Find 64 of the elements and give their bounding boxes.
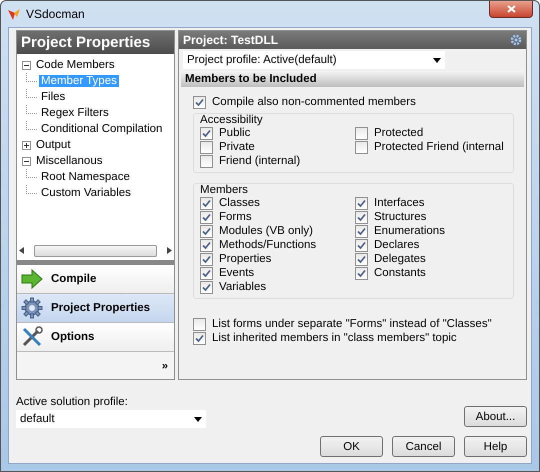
tree-item[interactable]: Code Members bbox=[34, 59, 117, 71]
nav-button[interactable]: Options bbox=[17, 323, 174, 352]
checkbox[interactable]: Properties bbox=[200, 252, 355, 266]
checkbox[interactable]: Protected Friend (internal bbox=[355, 140, 507, 154]
expand-icon[interactable] bbox=[22, 140, 31, 150]
scroll-left-icon[interactable] bbox=[19, 247, 24, 254]
checkbox[interactable]: Friend (internal) bbox=[200, 154, 355, 168]
check-icon bbox=[202, 128, 211, 138]
gear-icon[interactable] bbox=[510, 34, 522, 46]
caret-icon bbox=[194, 416, 202, 422]
checkbox[interactable]: Forms bbox=[200, 210, 355, 224]
tools-icon bbox=[21, 326, 43, 348]
checkbox[interactable]: Interfaces bbox=[355, 196, 507, 210]
gear-icon bbox=[21, 297, 43, 319]
checkbox[interactable]: Enumerations bbox=[355, 224, 507, 238]
tree-item[interactable]: Root Namespace bbox=[39, 171, 132, 183]
checkbox[interactable]: Declares bbox=[355, 238, 507, 252]
checkbox[interactable]: Methods/Functions bbox=[200, 238, 355, 252]
more-button[interactable]: » bbox=[162, 360, 168, 372]
check-icon bbox=[195, 98, 204, 106]
checkbox[interactable]: Private bbox=[200, 140, 355, 154]
dialog-button[interactable]: Help bbox=[464, 436, 527, 457]
about-button[interactable]: About... bbox=[464, 406, 527, 427]
sidebar-title: Project Properties bbox=[17, 31, 174, 54]
tree-item[interactable]: Output bbox=[34, 139, 73, 151]
checkbox[interactable]: List forms under separate "Forms" instead of "Classes" bbox=[193, 317, 514, 331]
profile-dropdown[interactable]: Project profile: Active(default) bbox=[183, 51, 445, 69]
group-title: Accessibility bbox=[200, 114, 263, 126]
close-button[interactable] bbox=[489, 1, 533, 18]
collapse-icon[interactable] bbox=[22, 156, 31, 166]
solution-profile-dropdown[interactable]: default bbox=[16, 410, 206, 428]
checkbox[interactable]: Classes bbox=[200, 196, 355, 210]
caret-icon bbox=[433, 58, 441, 62]
checkbox[interactable]: Modules (VB only) bbox=[200, 224, 355, 238]
checkbox[interactable]: List inherited members in "class members" topic bbox=[193, 331, 514, 345]
checkbox[interactable]: Structures bbox=[355, 210, 507, 224]
scroll-right-icon[interactable] bbox=[167, 247, 172, 254]
checkbox[interactable]: Public bbox=[200, 126, 355, 140]
checkbox[interactable]: Compile also non-commented members bbox=[193, 95, 514, 109]
panel-title: Project: TestDLL bbox=[183, 33, 278, 47]
section-header: Members to be Included bbox=[181, 71, 524, 87]
checkbox[interactable]: Constants bbox=[355, 266, 507, 280]
dialog-button[interactable]: Cancel bbox=[392, 436, 455, 457]
checkbox[interactable]: Events bbox=[200, 266, 355, 280]
close-icon bbox=[506, 5, 516, 13]
splitter-handle[interactable] bbox=[17, 260, 174, 265]
checkbox[interactable]: Protected bbox=[355, 126, 507, 140]
app-logo-icon bbox=[7, 7, 21, 21]
tree-item[interactable]: Conditional Compilation bbox=[39, 123, 164, 135]
tree-item[interactable]: Files bbox=[39, 91, 68, 103]
horizontal-scrollbar[interactable] bbox=[19, 244, 172, 257]
group-title: Members bbox=[200, 184, 248, 196]
window-title: VSdocman bbox=[26, 7, 86, 21]
checkbox[interactable]: Variables bbox=[200, 280, 355, 294]
tree-item[interactable]: Miscellanous bbox=[34, 155, 104, 167]
collapse-icon[interactable] bbox=[22, 60, 31, 70]
dialog-button[interactable]: OK bbox=[320, 436, 383, 457]
tree-item[interactable]: Custom Variables bbox=[39, 187, 133, 199]
solution-profile-label: Active solution profile: bbox=[16, 396, 129, 408]
nav-button[interactable]: Project Properties bbox=[17, 294, 174, 323]
check-icon bbox=[195, 334, 204, 342]
checkbox[interactable]: Delegates bbox=[355, 252, 507, 266]
arrow-icon bbox=[21, 269, 43, 289]
tree-item[interactable]: Regex Filters bbox=[39, 107, 111, 119]
